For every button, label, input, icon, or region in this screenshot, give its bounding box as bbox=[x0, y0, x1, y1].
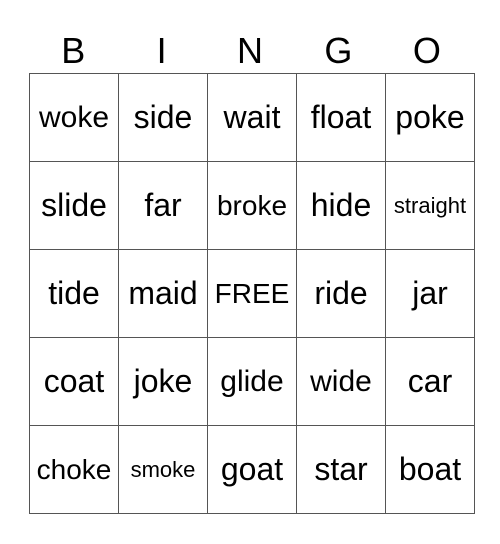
card-cell[interactable]: smoke bbox=[118, 425, 208, 514]
card-cell[interactable]: float bbox=[296, 73, 386, 162]
card-cell[interactable]: goat bbox=[207, 425, 297, 514]
card-cell[interactable]: broke bbox=[207, 161, 297, 250]
card-cell[interactable]: maid bbox=[118, 249, 208, 338]
header-letter-i: I bbox=[156, 30, 167, 71]
card-cell[interactable]: car bbox=[385, 337, 475, 426]
card-cell[interactable]: coat bbox=[29, 337, 119, 426]
card-cell[interactable]: tide bbox=[29, 249, 119, 338]
header-letter-b: B bbox=[61, 30, 86, 71]
card-cell[interactable]: ride bbox=[296, 249, 386, 338]
card-cell[interactable]: side bbox=[118, 73, 208, 162]
card-cell[interactable]: boat bbox=[385, 425, 475, 514]
header-letter-o: O bbox=[412, 30, 441, 71]
card-cell[interactable]: glide bbox=[207, 337, 297, 426]
card-cell[interactable]: wait bbox=[207, 73, 297, 162]
card-row: coat joke glide wide car bbox=[29, 337, 475, 426]
card-cell[interactable]: star bbox=[296, 425, 386, 514]
free-space-cell[interactable]: FREE bbox=[207, 249, 297, 338]
card-cell[interactable]: straight bbox=[385, 161, 475, 250]
card-cell[interactable]: slide bbox=[29, 161, 119, 250]
card-cell[interactable]: choke bbox=[29, 425, 119, 514]
card-row: tide maid FREE ride jar bbox=[29, 249, 475, 338]
card-cell[interactable]: wide bbox=[296, 337, 386, 426]
card-cell[interactable]: woke bbox=[29, 73, 119, 162]
card-cell[interactable]: poke bbox=[385, 73, 475, 162]
bingo-header: B I N G O bbox=[29, 30, 471, 72]
header-letter-g: G bbox=[324, 30, 353, 71]
bingo-card: woke side wait float poke slide far brok… bbox=[29, 73, 475, 514]
card-cell[interactable]: far bbox=[118, 161, 208, 250]
card-cell[interactable]: jar bbox=[385, 249, 475, 338]
card-row: slide far broke hide straight bbox=[29, 161, 475, 250]
card-row: choke smoke goat star boat bbox=[29, 425, 475, 514]
header-letter-n: N bbox=[237, 30, 264, 71]
card-cell[interactable]: joke bbox=[118, 337, 208, 426]
card-row: woke side wait float poke bbox=[29, 73, 475, 162]
card-cell[interactable]: hide bbox=[296, 161, 386, 250]
